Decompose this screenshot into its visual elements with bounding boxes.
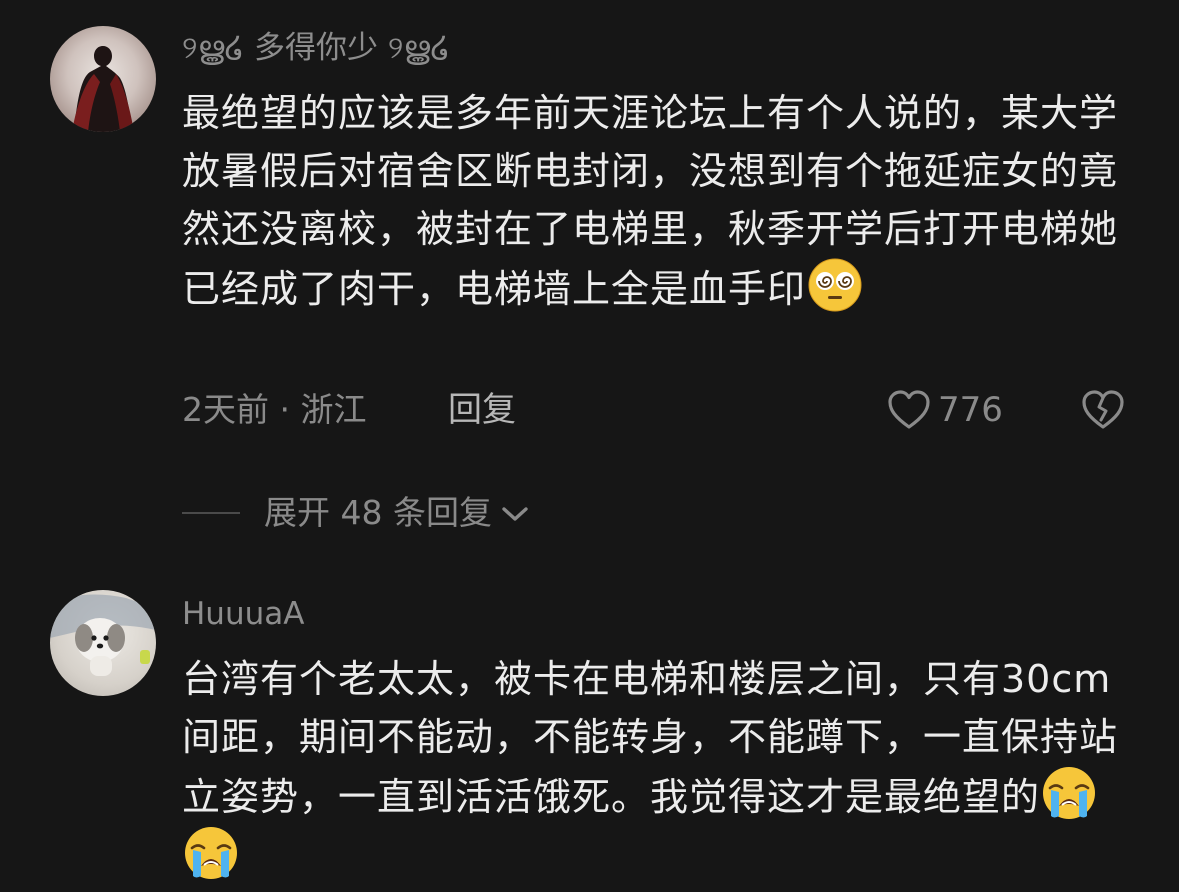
broken-heart-icon	[1082, 390, 1124, 429]
comment-time-location: 2天前 · 浙江	[182, 390, 367, 429]
loudly-crying-face-emoji	[1043, 767, 1096, 819]
heart-icon	[888, 390, 930, 429]
reply-button[interactable]: 回复	[448, 388, 516, 432]
comment-text: 台湾有个老太太，被卡在电梯和楼层之间，只有30cm间距，期间不能动，不能转身，不…	[182, 650, 1122, 886]
divider-line	[182, 512, 240, 514]
avatar-image	[50, 594, 156, 676]
avatar[interactable]	[50, 26, 156, 132]
username[interactable]: HuuuaA	[182, 594, 304, 634]
dislike-button[interactable]	[1080, 388, 1126, 432]
dizzy-face-emoji	[808, 258, 862, 312]
comment-text: 最绝望的应该是多年前天涯论坛上有个人说的，某大学放暑假后对宿舍区断电封闭，没想到…	[182, 84, 1122, 318]
like-button[interactable]: 776	[886, 388, 1003, 432]
like-count: 776	[938, 390, 1003, 430]
expand-replies-button[interactable]: 展开 48 条回复	[182, 490, 532, 536]
chevron-down-icon	[502, 507, 528, 521]
comment-section: ୨ൠ໒ 多得你少 ୨ൠ໒ 最绝望的应该是多年前天涯论坛上有个人说的，某大学放暑假…	[0, 0, 1179, 892]
expand-replies-label: 展开 48 条回复	[264, 493, 492, 532]
avatar-image	[72, 46, 134, 132]
comment-body: 台湾有个老太太，被卡在电梯和楼层之间，只有30cm间距，期间不能动，不能转身，不…	[182, 657, 1119, 819]
loudly-crying-face-emoji	[185, 827, 237, 879]
username[interactable]: ୨ൠ໒ 多得你少 ୨ൠ໒	[182, 28, 450, 68]
comment-body: 最绝望的应该是多年前天涯论坛上有个人说的，某大学放暑假后对宿舍区断电封闭，没想到…	[182, 91, 1119, 311]
avatar[interactable]	[50, 590, 156, 696]
